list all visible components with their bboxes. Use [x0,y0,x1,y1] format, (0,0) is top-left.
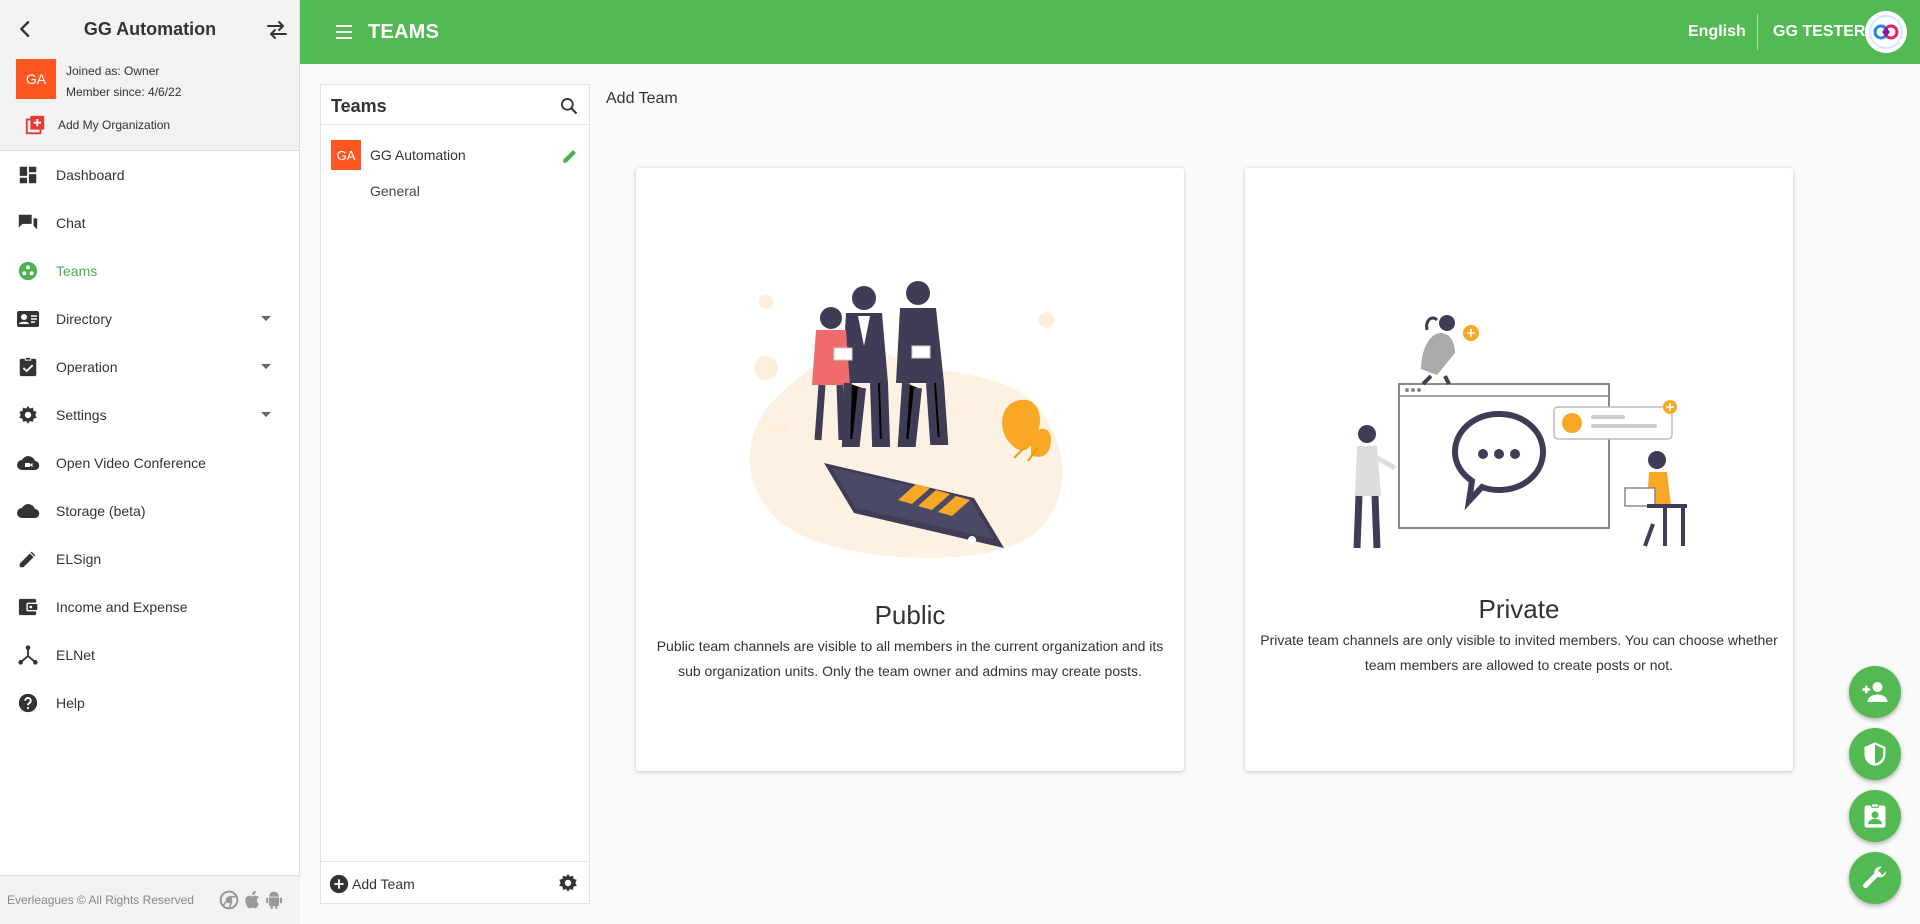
sidebar-item-label: Settings [56,407,107,423]
sidebar-item-settings[interactable]: Settings [0,391,299,439]
sidebar-item-label: Directory [56,311,113,327]
public-card-description: Public team channels are visible to all … [656,638,1164,679]
sidebar-nav: Dashboard Chat Teams Directory Operation… [0,151,299,727]
person-add-icon [1862,682,1888,702]
contact-card-fab[interactable] [1849,790,1901,842]
sidebar-item-label: Help [56,695,85,711]
public-team-illustration [749,281,1063,558]
sidebar-item-elnet[interactable]: ELNet [0,631,299,679]
public-team-card[interactable]: Public Public team channels are visible … [636,168,1184,771]
sidebar-item-label: Storage (beta) [56,503,146,519]
assignment-icon [16,355,40,379]
add-team-button[interactable]: Add Team [328,873,415,895]
joined-as-label: Joined as: Owner [66,64,160,78]
teams-panel-title: Teams [331,96,387,116]
team-name: GG Automation [370,147,466,163]
contacts-icon [16,307,40,331]
network-icon [16,643,40,667]
add-organization-icon [25,115,45,135]
sidebar-item-open-video-conference[interactable]: Open Video Conference [0,439,299,487]
add-circle-icon [329,874,349,894]
contact-badge-icon [1864,803,1886,828]
sidebar-footer: Everleagues © All Rights Reserved [0,875,300,924]
chevron-down-icon[interactable] [261,364,271,369]
pen-icon [16,547,40,571]
teams-panel-header: Teams [321,85,589,125]
sidebar-item-label: Open Video Conference [56,455,206,471]
app-logo-icon [1869,15,1903,49]
sidebar-item-storage[interactable]: Storage (beta) [0,487,299,535]
private-team-card[interactable]: Private Private team channels are only v… [1245,168,1793,771]
switch-org-icon[interactable] [265,18,289,42]
teams-panel-footer: Add Team [321,861,589,903]
sidebar-item-label: Operation [56,359,118,375]
add-member-fab[interactable] [1849,666,1901,718]
sidebar-item-label: ELNet [56,647,95,663]
team-avatar: GA [331,140,361,170]
sidebar: GG Automation GA Joined as: Owner Member… [0,0,300,924]
public-card-title: Public [874,600,946,630]
cloud-video-icon [16,451,40,475]
shield-icon [1864,742,1886,766]
tools-fab[interactable] [1849,852,1901,904]
sidebar-item-dashboard[interactable]: Dashboard [0,151,299,199]
sidebar-item-label: Teams [56,263,98,279]
chrome-icon[interactable] [219,890,239,910]
sidebar-item-label: Income and Expense [56,599,188,615]
sidebar-item-directory[interactable]: Directory [0,295,299,343]
hamburger-menu-icon[interactable] [332,20,356,44]
private-card-description: Private team channels are only visible t… [1260,632,1778,673]
apple-icon[interactable] [243,890,261,910]
org-header: GG Automation GA Joined as: Owner Member… [0,0,299,151]
sidebar-item-label: Dashboard [56,167,125,183]
org-title: GG Automation [83,19,217,39]
add-team-label: Add Team [352,876,415,892]
user-name[interactable]: GG TESTER [1773,23,1865,41]
help-icon [16,691,40,715]
sidebar-item-operation[interactable]: Operation [0,343,299,391]
android-icon[interactable] [265,890,283,910]
security-fab[interactable] [1849,728,1901,780]
copyright-text: Everleagues © All Rights Reserved [7,893,194,907]
teams-icon [16,259,40,283]
sidebar-item-teams[interactable]: Teams [0,247,299,295]
chevron-down-icon[interactable] [261,412,271,417]
sidebar-item-label: Chat [56,215,86,231]
gear-icon[interactable] [557,872,579,894]
language-selector[interactable]: English [1688,23,1746,41]
channel-item-general[interactable]: General [370,183,420,199]
edit-pencil-icon[interactable] [561,147,579,165]
wallet-icon [16,595,40,619]
sidebar-item-chat[interactable]: Chat [0,199,299,247]
sidebar-item-income-and-expense[interactable]: Income and Expense [0,583,299,631]
search-icon[interactable] [559,96,579,116]
dashboard-icon [16,163,40,187]
sidebar-item-elsign[interactable]: ELSign [0,535,299,583]
private-team-illustration [1353,315,1687,549]
add-organization-label: Add My Organization [58,118,171,132]
main-header: Add Team [606,90,678,107]
sidebar-item-label: ELSign [56,551,102,567]
sidebar-item-help[interactable]: Help [0,679,299,727]
member-since-label: Member since: 4/6/22 [66,85,182,99]
chevron-down-icon[interactable] [261,316,271,321]
topbar-divider [1757,14,1758,50]
user-avatar[interactable] [1865,11,1907,53]
org-avatar: GA [16,59,56,99]
chat-icon [16,211,40,235]
teams-panel: Teams GA GG Automation General Add Team [320,84,590,904]
private-card-title: Private [1478,594,1560,624]
page-title: TEAMS [368,21,439,43]
add-my-organization-button[interactable]: Add My Organization [24,114,170,136]
platform-links [219,890,283,910]
team-item[interactable]: GA GG Automation [331,140,581,170]
cloud-icon [16,499,40,523]
top-app-bar: TEAMS English GG TESTER [300,0,1920,64]
gear-icon [16,403,40,427]
org-membership-info: Joined as: Owner Member since: 4/6/22 [66,61,181,103]
wrench-icon [1863,866,1887,889]
